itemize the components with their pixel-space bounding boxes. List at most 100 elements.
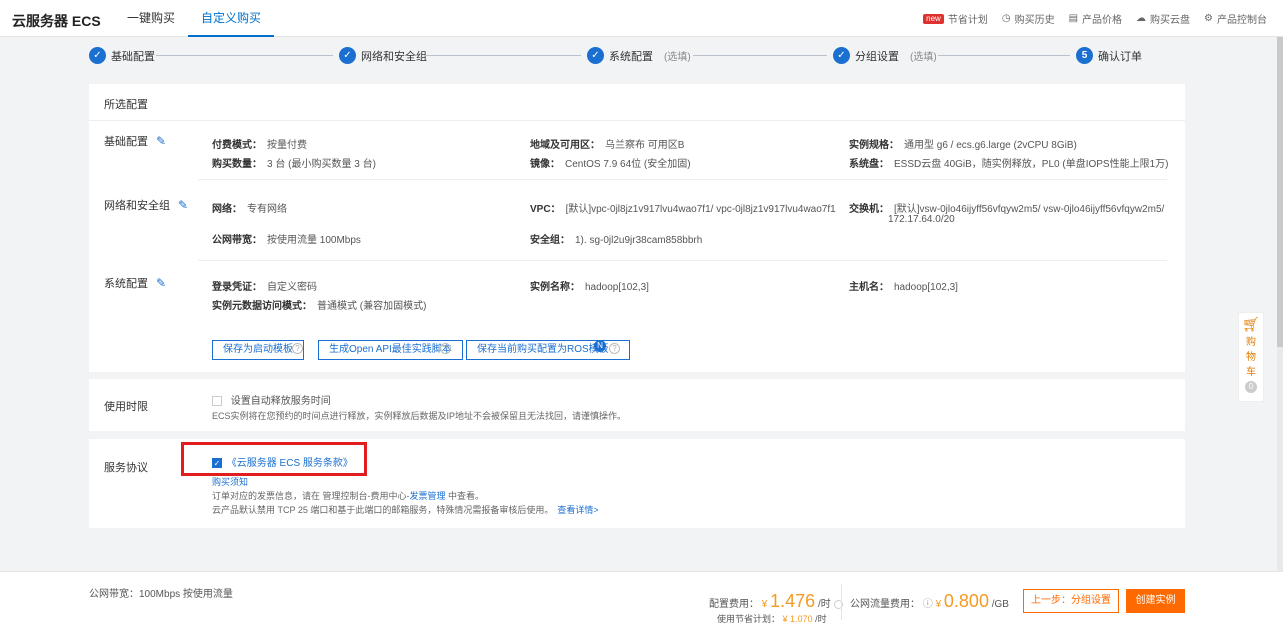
link-label: 产品价格 [1082,15,1123,26]
field-value: 普通模式 (兼容加固模式) [317,301,427,312]
step-connector [693,55,827,56]
tab-custom-buy[interactable]: 自定义购买 [188,0,275,37]
help-icon[interactable]: ⓘ [923,599,933,610]
section-title: 所选配置 [104,99,148,111]
price-unit: /时 [815,614,827,624]
currency: ¥ [935,599,942,610]
field-label: 公网带宽： [212,235,262,246]
field-value: 3 台 (最小购买数量 3 台) [267,159,376,170]
field-label: VPC： [530,204,561,215]
auto-release-row: 设置自动释放服务时间 [212,392,331,407]
prev-step-button[interactable]: 上一步：分组设置 [1023,589,1119,613]
step-network[interactable]: ✓ 网络和安全组 [339,47,427,64]
highlight-box [181,442,367,476]
shopping-cart[interactable]: 🛒︎ 购 物 车 0 [1238,312,1264,402]
section-label: 网络和安全组 [104,200,170,212]
field-value: 专有网络 [247,204,287,215]
purchase-notice-link[interactable]: 购买须知 [212,475,248,488]
save-launch-template-button[interactable]: 保存为启动模板 [212,340,304,360]
hostname-field: 主机名： hadoop[102,3] [849,278,958,293]
step-label: 分组设置 [855,50,899,63]
scrollbar-thumb[interactable] [1277,37,1283,347]
step-label: 系统配置 [609,50,653,63]
link-product-price[interactable]: ▤ 产品价格 [1069,11,1122,26]
link-buy-disk[interactable]: ☁ 购买云盘 [1136,11,1190,26]
field-label: 实例规格： [849,140,899,151]
saving-price: ¥ 1.070 [782,614,813,624]
edit-icon[interactable]: ✎ [178,198,188,212]
divider [89,120,1185,121]
note-text: 中查看。 [445,491,485,501]
link-purchase-history[interactable]: ◷ 购买历史 [1002,11,1055,26]
saving-plan-fee: 使用节省计划： ¥ 1.070 /时 [717,612,827,624]
divider [198,179,1167,180]
field-value: hadoop[102,3] [894,282,958,293]
cart-label: 车 [1246,367,1256,378]
note-text: 订单对应的发票信息，请在 管理控制台-费用中心- [212,491,410,501]
step-optional: (选填) [664,52,691,63]
basic-config-title: 基础配置 ✎ [104,133,166,149]
edit-icon[interactable]: ✎ [156,134,166,148]
price-icon: ▤ [1068,13,1079,24]
check-icon: ✓ [339,47,356,64]
note-text: 云产品默认禁用 TCP 25 端口和基于此端口的邮箱服务，特殊情况需报备审核后使… [212,505,554,515]
field-label: 主机名： [849,282,889,293]
link-label: 购买历史 [1014,15,1055,26]
details-link[interactable]: 查看详情> [557,505,598,515]
field-label: 交换机： [849,204,889,215]
cart-icon: 🛒︎ [1242,316,1260,332]
divider [198,260,1167,261]
system-config-title: 系统配置 ✎ [104,275,166,291]
link-console[interactable]: ⚙ 产品控制台 [1204,11,1267,26]
cart-label: 购 [1246,337,1256,348]
step-system-config[interactable]: ✓ 系统配置 (选填) [587,47,691,64]
field-value: 通用型 g6 / ecs.g6.large (2vCPU 8GiB) [904,140,1077,151]
region-field: 地域及可用区： 乌兰察布 可用区B [530,136,684,151]
settings-icon: ⚙ [1204,13,1213,24]
invoice-link[interactable]: 发票管理 [410,491,446,501]
field-label: 系统盘： [849,159,889,170]
field-label: 镜像： [530,159,560,170]
traffic-price: 0.800 [943,591,989,611]
network-title: 网络和安全组 ✎ [104,197,188,213]
field-label: 地域及可用区： [530,140,600,151]
fee-label: 配置费用： [709,599,759,610]
section-label: 基础配置 [104,136,148,148]
vpc-field: VPC： [默认]vpc-0jl8jz1v917lvu4wao7f1/ vpc-0… [530,200,836,215]
network-type-field: 网络： 专有网络 [212,200,287,215]
create-instance-button[interactable]: 创建实例 [1126,589,1185,613]
config-price: 1.476 [770,591,816,611]
top-links: new 节省计划 ◷ 购买历史 ▤ 产品价格 ☁ 购买云盘 ⚙ 产品控制台 [923,0,1267,37]
help-icon[interactable]: ? [440,343,451,354]
port-note: 云产品默认禁用 TCP 25 端口和基于此端口的邮箱服务，特殊情况需报备审核后使… [212,503,599,516]
field-label: 网络： [212,204,242,215]
image-field: 镜像： CentOS 7.9 64位 (安全加固) [530,155,691,170]
help-icon[interactable]: ? [609,343,620,354]
traffic-fee: 公网流量费用： ⓘ ¥ 0.800 /GB [850,591,1009,612]
link-saving-plan[interactable]: new 节省计划 [923,11,988,26]
step-group-settings[interactable]: ✓ 分组设置 (选填) [833,47,937,64]
new-badge-icon: N [594,340,606,352]
auto-release-label: 设置自动释放服务时间 [230,396,331,407]
auto-release-checkbox[interactable] [212,396,222,407]
step-basic-config[interactable]: ✓ 基础配置 [89,47,155,64]
step-connector [425,55,581,56]
step-label: 确认订单 [1098,50,1142,63]
bandwidth-field: 公网带宽： 按使用流量 100Mbps [212,231,361,246]
scrollbar[interactable] [1277,37,1283,571]
link-label: 节省计划 [947,15,988,26]
billing-field: 付费模式： 按量付费 [212,136,307,151]
security-group-field: 安全组： 1). sg-0jl2u9jr38cam858bbrh [530,231,702,246]
fee-label: 公网流量费用： [850,599,920,610]
top-bar: 云服务器 ECS 一键购买 自定义购买 new 节省计划 ◷ 购买历史 ▤ 产品价格 … [0,0,1283,37]
check-icon: ✓ [587,47,604,64]
link-label: 产品控制台 [1217,15,1267,26]
spec-field: 实例规格： 通用型 g6 / ecs.g6.large (2vCPU 8GiB) [849,136,1077,151]
vswitch-field: 交换机： [默认]vsw-0jlo46ijyff56vfqyw2m5/ vsw-0… [849,200,1164,215]
help-icon[interactable]: ? [292,343,303,354]
agreement-title: 服务协议 [104,462,148,474]
field-label: 登录凭证： [212,282,262,293]
footer-bandwidth: 公网带宽：100Mbps 按使用流量 [89,589,233,600]
edit-icon[interactable]: ✎ [156,276,166,290]
tab-one-click-buy[interactable]: 一键购买 [114,0,188,37]
